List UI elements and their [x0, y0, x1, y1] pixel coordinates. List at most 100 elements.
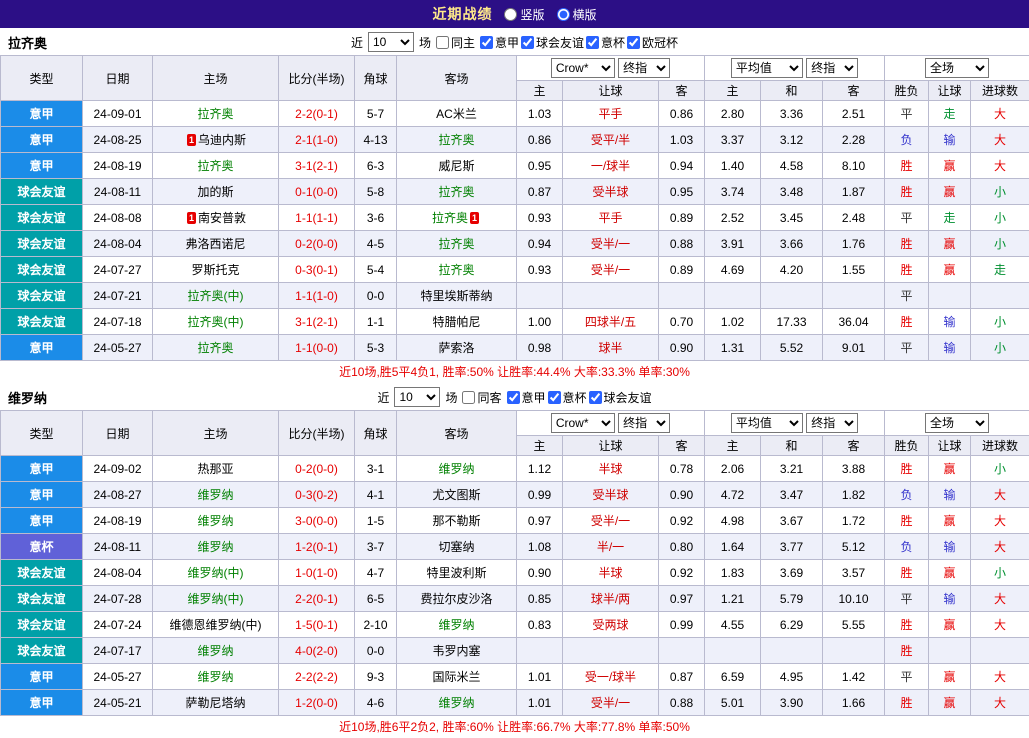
average-select[interactable]: 平均值: [731, 413, 803, 433]
match-score-link[interactable]: 1-0(1-0): [279, 560, 355, 586]
average-select[interactable]: 平均值: [731, 58, 803, 78]
team-name-link[interactable]: 加的斯: [197, 185, 233, 199]
team-name-link[interactable]: 拉齐奥(中): [188, 289, 244, 303]
team-name-link[interactable]: 拉齐奥: [438, 263, 474, 277]
match-score-link[interactable]: 2-2(2-2): [279, 664, 355, 690]
match-score-link[interactable]: 4-0(2-0): [279, 638, 355, 664]
team-name-link[interactable]: 特里波利斯: [426, 566, 486, 580]
avg-time-select[interactable]: 终指: [806, 58, 858, 78]
period-select[interactable]: 全场: [925, 413, 989, 433]
avg-time-select[interactable]: 终指: [806, 413, 858, 433]
team-name-link[interactable]: 弗洛西诺尼: [185, 237, 245, 251]
match-count-select[interactable]: 10: [368, 32, 414, 52]
team-name-link[interactable]: 维罗纳: [197, 540, 233, 554]
same-venue-checkbox[interactable]: [436, 36, 449, 49]
layout-radio[interactable]: [557, 8, 570, 21]
team-name-link[interactable]: 那不勒斯: [432, 514, 480, 528]
team-name-link[interactable]: 维德恩维罗纳(中): [170, 618, 262, 632]
team-name-link[interactable]: 拉齐奥: [438, 133, 474, 147]
team-name-link[interactable]: 拉齐奥: [438, 185, 474, 199]
result-handicap: 输: [929, 127, 971, 153]
league-checkbox[interactable]: [548, 391, 561, 404]
team-name-link[interactable]: 拉齐奥: [197, 159, 233, 173]
league-filter[interactable]: 意甲: [480, 34, 519, 51]
layout-option-horizontal[interactable]: 横版: [557, 6, 597, 23]
bookmaker-select[interactable]: Crow*: [551, 413, 615, 433]
avg-away-odds: 3.57: [823, 560, 885, 586]
bookmaker-select[interactable]: Crow*: [551, 58, 615, 78]
team-name-link[interactable]: 韦罗内塞: [432, 644, 480, 658]
team-name-link[interactable]: 拉齐奥: [197, 107, 233, 121]
team-name-link[interactable]: 维罗纳: [197, 644, 233, 658]
team-name-link[interactable]: 南安普敦: [198, 211, 246, 225]
league-checkbox[interactable]: [589, 391, 602, 404]
same-venue-filter[interactable]: 同主: [436, 34, 475, 51]
team-name-link[interactable]: 维罗纳: [197, 488, 233, 502]
team-name-link[interactable]: 维罗纳(中): [188, 566, 244, 580]
league-checkbox[interactable]: [507, 391, 520, 404]
team-name-link[interactable]: 萨勒尼塔纳: [185, 696, 245, 710]
match-score-link[interactable]: 3-0(0-0): [279, 508, 355, 534]
odds-time-select[interactable]: 终指: [618, 413, 670, 433]
match-count-select[interactable]: 10: [394, 387, 440, 407]
team-name-link[interactable]: 国际米兰: [432, 670, 480, 684]
league-checkbox[interactable]: [521, 36, 534, 49]
match-score-link[interactable]: 0-3(0-2): [279, 482, 355, 508]
match-score-link[interactable]: 3-1(2-1): [279, 153, 355, 179]
team-name-link[interactable]: 特里埃斯蒂纳: [420, 289, 492, 303]
team-name-link[interactable]: 拉齐奥: [197, 341, 233, 355]
league-filter[interactable]: 意甲: [507, 389, 546, 406]
match-score-link[interactable]: 0-2(0-0): [279, 231, 355, 257]
match-score-link[interactable]: 2-1(1-0): [279, 127, 355, 153]
odds-time-select[interactable]: 终指: [618, 58, 670, 78]
same-venue-filter[interactable]: 同客: [462, 389, 501, 406]
layout-option-vertical[interactable]: 竖版: [504, 6, 544, 23]
league-filter[interactable]: 意杯: [548, 389, 587, 406]
match-score-link[interactable]: 0-3(0-1): [279, 257, 355, 283]
match-score-link[interactable]: 3-1(2-1): [279, 309, 355, 335]
team-name-link[interactable]: 萨索洛: [438, 341, 474, 355]
match-score-link[interactable]: 2-2(0-1): [279, 586, 355, 612]
league-filter[interactable]: 意杯: [586, 34, 625, 51]
team-name-link[interactable]: 切塞纳: [438, 540, 474, 554]
result-outcome: 胜: [885, 257, 929, 283]
team-name-link[interactable]: 尤文图斯: [432, 488, 480, 502]
team-name-link[interactable]: 维罗纳: [438, 462, 474, 476]
league-checkbox[interactable]: [586, 36, 599, 49]
team-name-link[interactable]: 维罗纳: [197, 670, 233, 684]
team-name-link[interactable]: 拉齐奥: [438, 237, 474, 251]
layout-radio[interactable]: [504, 8, 517, 21]
team-name-link[interactable]: 拉齐奥: [432, 211, 468, 225]
team-name-link[interactable]: 威尼斯: [438, 159, 474, 173]
match-type-badge: 意甲: [1, 101, 83, 127]
odds-source-header: Crow* 终指: [517, 56, 705, 81]
league-filter[interactable]: 欧冠杯: [627, 34, 678, 51]
team-name-link[interactable]: 维罗纳: [197, 514, 233, 528]
match-score-link[interactable]: 1-1(0-0): [279, 335, 355, 361]
match-score-link[interactable]: 1-1(1-1): [279, 205, 355, 231]
match-score-link[interactable]: 1-1(1-0): [279, 283, 355, 309]
team-name-link[interactable]: 维罗纳(中): [188, 592, 244, 606]
team-name-link[interactable]: AC米兰: [436, 107, 477, 121]
team-name-link[interactable]: 费拉尔皮沙洛: [420, 592, 492, 606]
match-score-link[interactable]: 2-2(0-1): [279, 101, 355, 127]
same-venue-checkbox[interactable]: [462, 391, 475, 404]
league-filter[interactable]: 球会友谊: [589, 389, 652, 406]
team-name-link[interactable]: 乌迪内斯: [198, 133, 246, 147]
league-checkbox[interactable]: [627, 36, 640, 49]
match-score-link[interactable]: 0-1(0-0): [279, 179, 355, 205]
match-score-link[interactable]: 1-2(0-1): [279, 534, 355, 560]
period-select[interactable]: 全场: [925, 58, 989, 78]
league-filter[interactable]: 球会友谊: [521, 34, 584, 51]
team-name-link[interactable]: 特腊帕尼: [432, 315, 480, 329]
league-checkbox[interactable]: [480, 36, 493, 49]
team-name-link[interactable]: 维罗纳: [438, 696, 474, 710]
team-name-link[interactable]: 热那亚: [197, 462, 233, 476]
team-name-link[interactable]: 罗斯托克: [191, 263, 239, 277]
match-score-link[interactable]: 1-2(0-0): [279, 690, 355, 716]
team-name-link[interactable]: 拉齐奥(中): [188, 315, 244, 329]
match-score-link[interactable]: 1-5(0-1): [279, 612, 355, 638]
match-score-link[interactable]: 0-2(0-0): [279, 456, 355, 482]
team-name-link[interactable]: 维罗纳: [438, 618, 474, 632]
avg-away-odds: 3.88: [823, 456, 885, 482]
